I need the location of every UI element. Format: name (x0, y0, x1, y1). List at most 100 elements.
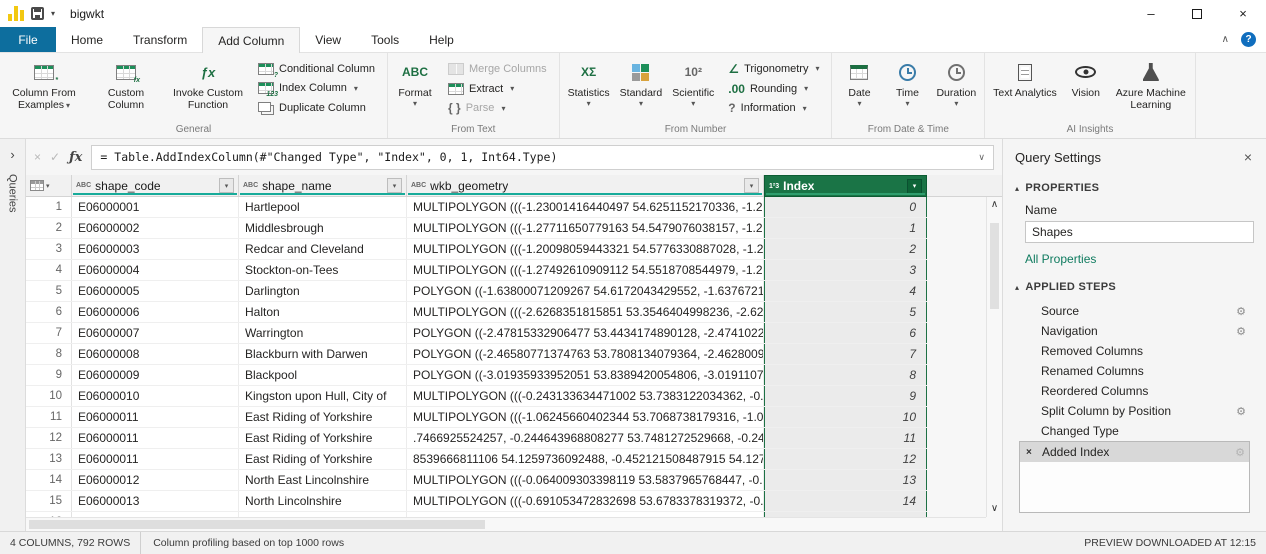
column-from-examples-button[interactable]: * Column From Examples▾ (4, 55, 84, 122)
cell-shape-code[interactable]: E06000012 (72, 470, 239, 490)
applied-step[interactable]: Removed Columns (1019, 341, 1250, 361)
applied-step[interactable]: Split Column by Position⚙ (1019, 401, 1250, 421)
cell-shape-name[interactable]: East Riding of Yorkshire (239, 407, 407, 427)
row-number[interactable]: 10 (26, 386, 72, 406)
tab-view[interactable]: View (300, 27, 356, 52)
row-number[interactable]: 15 (26, 491, 72, 511)
azure-machine-learning-button[interactable]: Azure Machine Learning (1111, 55, 1191, 122)
column-header-shape-name[interactable]: ABC shape_name ▾ (239, 175, 407, 197)
information-button[interactable]: ? Information ▾ (722, 100, 812, 116)
cell-wkb-geometry[interactable]: MULTIPOLYGON (((-1.20098059443321 54.577… (407, 239, 764, 259)
format-button[interactable]: ABC Format▾ (392, 55, 438, 122)
row-number[interactable]: 1 (26, 197, 72, 217)
applied-step[interactable]: Reordered Columns (1019, 381, 1250, 401)
applied-step[interactable]: Source⚙ (1019, 301, 1250, 321)
time-button[interactable]: Time▾ (884, 55, 930, 122)
cell-shape-code[interactable]: E06000003 (72, 239, 239, 259)
collapse-ribbon-icon[interactable]: ∧ (1222, 34, 1229, 45)
applied-step[interactable]: Changed Type (1019, 421, 1250, 441)
cell-index[interactable]: 13 (764, 470, 927, 490)
applied-step[interactable]: Renamed Columns (1019, 361, 1250, 381)
text-analytics-button[interactable]: Text Analytics (989, 55, 1061, 122)
cell-index[interactable]: 2 (764, 239, 927, 259)
minimize-button[interactable]: – (1128, 0, 1174, 27)
standard-button[interactable]: Standard▾ (616, 55, 667, 122)
cell-shape-code[interactable]: E06000002 (72, 218, 239, 238)
applied-steps-section-header[interactable]: ▴ APPLIED STEPS (1003, 274, 1266, 299)
save-icon[interactable] (31, 7, 44, 20)
row-number[interactable]: 7 (26, 323, 72, 343)
cell-index[interactable]: 14 (764, 491, 927, 511)
properties-section-header[interactable]: ▴ PROPERTIES (1003, 175, 1266, 200)
cell-wkb-geometry[interactable]: MULTIPOLYGON (((-1.27492610909112 54.551… (407, 260, 764, 280)
horizontal-scroll-thumb[interactable] (29, 520, 485, 529)
formula-commit-icon[interactable]: ✓ (50, 150, 60, 164)
merge-columns-button[interactable]: Merge Columns (442, 61, 553, 77)
step-settings-gear-icon[interactable]: ⚙ (1236, 305, 1246, 318)
quick-access-dropdown-icon[interactable]: ▾ (51, 9, 55, 18)
cell-shape-name[interactable]: East Riding of Yorkshire (239, 449, 407, 469)
index-column-button[interactable]: 123 Index Column ▾ (252, 80, 364, 96)
custom-column-button[interactable]: fx Custom Column (86, 55, 166, 122)
cell-shape-code[interactable]: E06000010 (72, 386, 239, 406)
row-number[interactable]: 2 (26, 218, 72, 238)
step-settings-gear-icon[interactable]: ⚙ (1236, 325, 1246, 338)
conditional-column-button[interactable]: ? Conditional Column (252, 61, 381, 77)
cell-wkb-geometry[interactable]: MULTIPOLYGON (((-2.6268351815851 53.3546… (407, 302, 764, 322)
cell-wkb-geometry[interactable]: POLYGON ((-2.46580771374763 53.780813407… (407, 344, 764, 364)
cell-shape-name[interactable]: Kingston upon Hull, City of (239, 386, 407, 406)
scientific-button[interactable]: 10² Scientific▾ (668, 55, 718, 122)
expand-queries-icon[interactable]: › (10, 147, 14, 162)
table-menu-icon[interactable]: ▾ (46, 182, 50, 190)
cell-index[interactable]: 4 (764, 281, 927, 301)
formula-expand-icon[interactable]: ∨ (978, 152, 985, 163)
scroll-up-icon[interactable]: ∧ (991, 200, 998, 210)
filter-icon[interactable]: ▾ (387, 178, 402, 193)
invoke-custom-function-button[interactable]: ƒx Invoke Custom Function (168, 55, 248, 122)
horizontal-scrollbar[interactable] (26, 517, 986, 531)
row-number[interactable]: 11 (26, 407, 72, 427)
vertical-scrollbar[interactable]: ∧ ∨ (986, 197, 1002, 517)
formula-input[interactable]: = Table.AddIndexColumn(#"Changed Type", … (91, 145, 994, 170)
cell-index[interactable]: 11 (764, 428, 927, 448)
all-properties-link[interactable]: All Properties (1003, 250, 1266, 274)
cell-shape-code[interactable]: E06000011 (72, 407, 239, 427)
cell-wkb-geometry[interactable]: .7466925524257, -0.244643968808277 53.74… (407, 428, 764, 448)
cell-shape-name[interactable]: Blackburn with Darwen (239, 344, 407, 364)
query-name-input[interactable]: Shapes (1025, 221, 1254, 243)
statistics-button[interactable]: ΧΣ Statistics▾ (564, 55, 614, 122)
cell-shape-name[interactable]: Blackpool (239, 365, 407, 385)
cell-index[interactable]: 9 (764, 386, 927, 406)
tab-tools[interactable]: Tools (356, 27, 414, 52)
parse-button[interactable]: { } Parse ▾ (442, 100, 511, 116)
cell-index[interactable]: 12 (764, 449, 927, 469)
cell-wkb-geometry[interactable]: POLYGON ((-1.63800071209267 54.617204342… (407, 281, 764, 301)
select-all-header[interactable]: ▾ (26, 175, 72, 197)
cell-shape-name[interactable]: Middlesbrough (239, 218, 407, 238)
column-header-wkb-geometry[interactable]: ABC wkb_geometry ▾ (407, 175, 764, 197)
cell-index[interactable]: 6 (764, 323, 927, 343)
filter-icon[interactable]: ▾ (219, 178, 234, 193)
cell-wkb-geometry[interactable]: MULTIPOLYGON (((-0.691053472832698 53.67… (407, 491, 764, 511)
cell-shape-code[interactable]: E06000008 (72, 344, 239, 364)
row-number[interactable]: 4 (26, 260, 72, 280)
row-number[interactable]: 3 (26, 239, 72, 259)
trigonometry-button[interactable]: ∠ Trigonometry ▾ (722, 61, 825, 77)
extract-button[interactable]: Extract ▾ (442, 81, 520, 97)
row-number[interactable]: 14 (26, 470, 72, 490)
cell-wkb-geometry[interactable]: MULTIPOLYGON (((-1.06245660402344 53.706… (407, 407, 764, 427)
vision-button[interactable]: Vision (1063, 55, 1109, 122)
delete-step-icon[interactable]: × (1026, 447, 1042, 458)
help-icon[interactable]: ? (1241, 32, 1256, 47)
cell-wkb-geometry[interactable]: POLYGON ((-2.47815332906477 53.443417489… (407, 323, 764, 343)
cell-wkb-geometry[interactable]: MULTIPOLYGON (((-0.064009303398119 53.58… (407, 470, 764, 490)
cell-index[interactable]: 7 (764, 344, 927, 364)
cell-index[interactable]: 0 (764, 197, 927, 217)
row-number[interactable]: 12 (26, 428, 72, 448)
cell-shape-name[interactable]: Warrington (239, 323, 407, 343)
cell-index[interactable]: 8 (764, 365, 927, 385)
cell-shape-code[interactable]: E06000006 (72, 302, 239, 322)
duration-button[interactable]: Duration▾ (932, 55, 980, 122)
step-settings-gear-icon[interactable]: ⚙ (1236, 405, 1246, 418)
tab-home[interactable]: Home (56, 27, 118, 52)
